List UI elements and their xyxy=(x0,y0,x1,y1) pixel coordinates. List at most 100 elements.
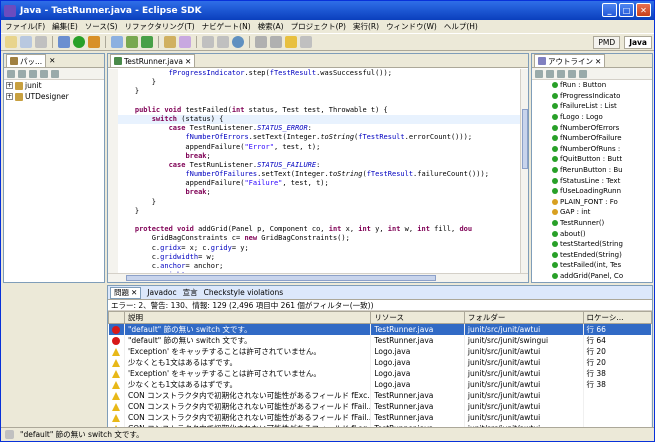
title-bar[interactable]: Java - TestRunner.java - Eclipse SDK _ □… xyxy=(1,1,654,20)
back-icon[interactable] xyxy=(7,69,15,78)
code-line[interactable]: c.gridx= x; c.gridy= y; xyxy=(118,244,520,253)
link-icon[interactable] xyxy=(51,69,59,78)
menu-item[interactable]: プロジェクト(P) xyxy=(291,21,346,32)
code-line[interactable]: case TestRunListener.STATUS_ERROR: xyxy=(118,124,520,133)
maximize-button[interactable]: □ xyxy=(619,3,634,17)
scroll-thumb[interactable] xyxy=(522,109,528,169)
next-annotation-icon[interactable] xyxy=(255,36,267,48)
menu-item[interactable]: 実行(R) xyxy=(353,21,379,32)
code-area[interactable]: fProgressIndicator.step(fTestResult.wasS… xyxy=(118,69,520,273)
tree-item-utdesigner[interactable]: + UTDesigner xyxy=(4,91,104,102)
code-line[interactable]: break; xyxy=(118,152,520,161)
outline-item[interactable]: fQuitButton : Butt xyxy=(532,154,652,165)
close-button[interactable]: ✕ xyxy=(636,3,651,17)
outline-item[interactable]: fRun : Button xyxy=(532,80,652,91)
view-menu-icon[interactable] xyxy=(579,69,587,78)
outline-item[interactable]: TestRunner() xyxy=(532,218,652,229)
perspective-java[interactable]: Java xyxy=(624,35,652,49)
code-line[interactable]: appendFailure("Error", test, t); xyxy=(118,143,520,152)
table-row[interactable]: 少なくとも1文はあるはずです。 Logo.java junit/src/junit/… xyxy=(108,357,652,368)
column-header[interactable] xyxy=(108,311,125,324)
search-icon[interactable] xyxy=(179,36,191,48)
sort-icon[interactable] xyxy=(535,69,543,78)
menu-item[interactable]: 編集(E) xyxy=(52,21,78,32)
code-line[interactable]: } xyxy=(118,198,520,207)
new-class-icon[interactable] xyxy=(141,36,153,48)
print-icon[interactable] xyxy=(35,36,47,48)
code-line[interactable]: } xyxy=(118,87,520,96)
hide-static-icon[interactable] xyxy=(557,69,565,78)
scroll-thumb[interactable] xyxy=(126,275,436,281)
outline-item[interactable]: testStarted(String xyxy=(532,239,652,250)
outline-item[interactable]: fNumberOfErrors xyxy=(532,122,652,133)
prev-annotation-icon[interactable] xyxy=(270,36,282,48)
code-line[interactable]: fNumberOfFailures.setText(Integer.toStri… xyxy=(118,170,520,179)
code-line[interactable]: protected void addGrid(Panel p, Componen… xyxy=(118,225,520,234)
table-row[interactable]: 'Exception' をキャッチすることは許可されていません。 Logo.jav… xyxy=(108,368,652,379)
outline-item[interactable]: fRerunButton : Bu xyxy=(532,165,652,176)
editor-horizontal-scrollbar[interactable] xyxy=(108,273,528,282)
tab-declaration[interactable]: 宣言 xyxy=(183,287,198,298)
expand-icon[interactable]: + xyxy=(6,93,13,100)
menu-item[interactable]: リファクタリング(T) xyxy=(125,21,195,32)
menu-item[interactable]: ナビゲート(N) xyxy=(202,21,251,32)
code-line[interactable]: appendFailure("Failure", test, t); xyxy=(118,179,520,188)
table-row[interactable]: CON コンストラクタ内で初期化されない可能性があるフィールド fFail...… xyxy=(108,412,652,423)
code-line[interactable]: case TestRunListener.STATUS_FAILURE: xyxy=(118,161,520,170)
new-package-icon[interactable] xyxy=(126,36,138,48)
tab-problems[interactable]: 問題 ✕ xyxy=(110,286,142,299)
fast-view-icon[interactable] xyxy=(5,430,14,439)
globe-icon[interactable] xyxy=(232,36,244,48)
outline-item[interactable]: fStatusLine : Text xyxy=(532,175,652,186)
code-line[interactable]: break; xyxy=(118,188,520,197)
column-header[interactable]: フォルダー xyxy=(463,311,584,324)
collapse-all-icon[interactable] xyxy=(40,69,48,78)
table-row[interactable]: 'Exception' をキャッチすることは許可されていません。 Logo.jav… xyxy=(108,346,652,357)
table-row[interactable]: CON コンストラクタ内で初期化されない可能性があるフィールド fFail...… xyxy=(108,401,652,412)
tab-package-explorer[interactable]: パッ... xyxy=(6,54,47,67)
save-icon[interactable] xyxy=(20,36,32,48)
tab-javadoc[interactable]: Javadoc xyxy=(147,288,176,297)
close-icon[interactable]: ✕ xyxy=(49,56,55,65)
outline-item[interactable]: PLAIN_FONT : Fo xyxy=(532,197,652,208)
forward-icon[interactable] xyxy=(300,36,312,48)
run-icon[interactable] xyxy=(73,36,85,48)
outline-item[interactable]: GAP : int xyxy=(532,207,652,218)
outline-item[interactable]: fProgressIndicato xyxy=(532,91,652,102)
outline-item[interactable]: testEnded(String) xyxy=(532,250,652,261)
forward-icon[interactable] xyxy=(18,69,26,78)
menu-item[interactable]: ヘルプ(H) xyxy=(444,21,478,32)
menu-item[interactable]: ソース(S) xyxy=(85,21,118,32)
debug-icon[interactable] xyxy=(58,36,70,48)
outline-item[interactable]: about() xyxy=(532,228,652,239)
outline-item[interactable]: fNumberOfRuns : xyxy=(532,144,652,155)
code-line[interactable] xyxy=(118,97,520,106)
close-icon[interactable]: ✕ xyxy=(185,57,191,66)
toggle-mark-icon[interactable] xyxy=(202,36,214,48)
code-line[interactable]: c.anchor= anchor; xyxy=(118,262,520,271)
minimize-button[interactable]: _ xyxy=(602,3,617,17)
column-header[interactable]: リソース xyxy=(370,311,465,324)
code-line[interactable]: GridBagConstraints c= new GridBagConstra… xyxy=(118,234,520,243)
table-row[interactable]: 少なくとも1文はあるはずです。 Logo.java junit/src/junit/… xyxy=(108,379,652,390)
outline-item[interactable]: addGrid(Panel, Co xyxy=(532,271,652,282)
code-line[interactable]: } xyxy=(118,78,520,87)
outline-item[interactable]: testFailed(int, Tes xyxy=(532,260,652,271)
expand-icon[interactable]: + xyxy=(6,82,13,89)
hide-nonpublic-icon[interactable] xyxy=(568,69,576,78)
back-icon[interactable] xyxy=(285,36,297,48)
menu-item[interactable]: ファイル(F) xyxy=(5,21,45,32)
table-row[interactable]: "default" 節の無い switch 文です。 TestRunner.jav… xyxy=(108,323,652,335)
external-tools-icon[interactable] xyxy=(88,36,100,48)
code-line[interactable] xyxy=(118,216,520,225)
up-icon[interactable] xyxy=(29,69,37,78)
tab-checkstyle[interactable]: Checkstyle violations xyxy=(204,288,284,297)
toggle-whitespace-icon[interactable] xyxy=(217,36,229,48)
code-line[interactable]: fNumberOfErrors.setText(Integer.toString… xyxy=(118,133,520,142)
tab-editor-testrunner[interactable]: TestRunner.java ✕ xyxy=(110,54,196,67)
table-row[interactable]: "default" 節の無い switch 文です。 TestRunner.jav… xyxy=(108,335,652,346)
close-icon[interactable]: ✕ xyxy=(595,57,601,66)
outline-item[interactable]: fUseLoadingRunn xyxy=(532,186,652,197)
new-icon[interactable] xyxy=(5,36,17,48)
outline-item[interactable]: fFailureList : List xyxy=(532,101,652,112)
